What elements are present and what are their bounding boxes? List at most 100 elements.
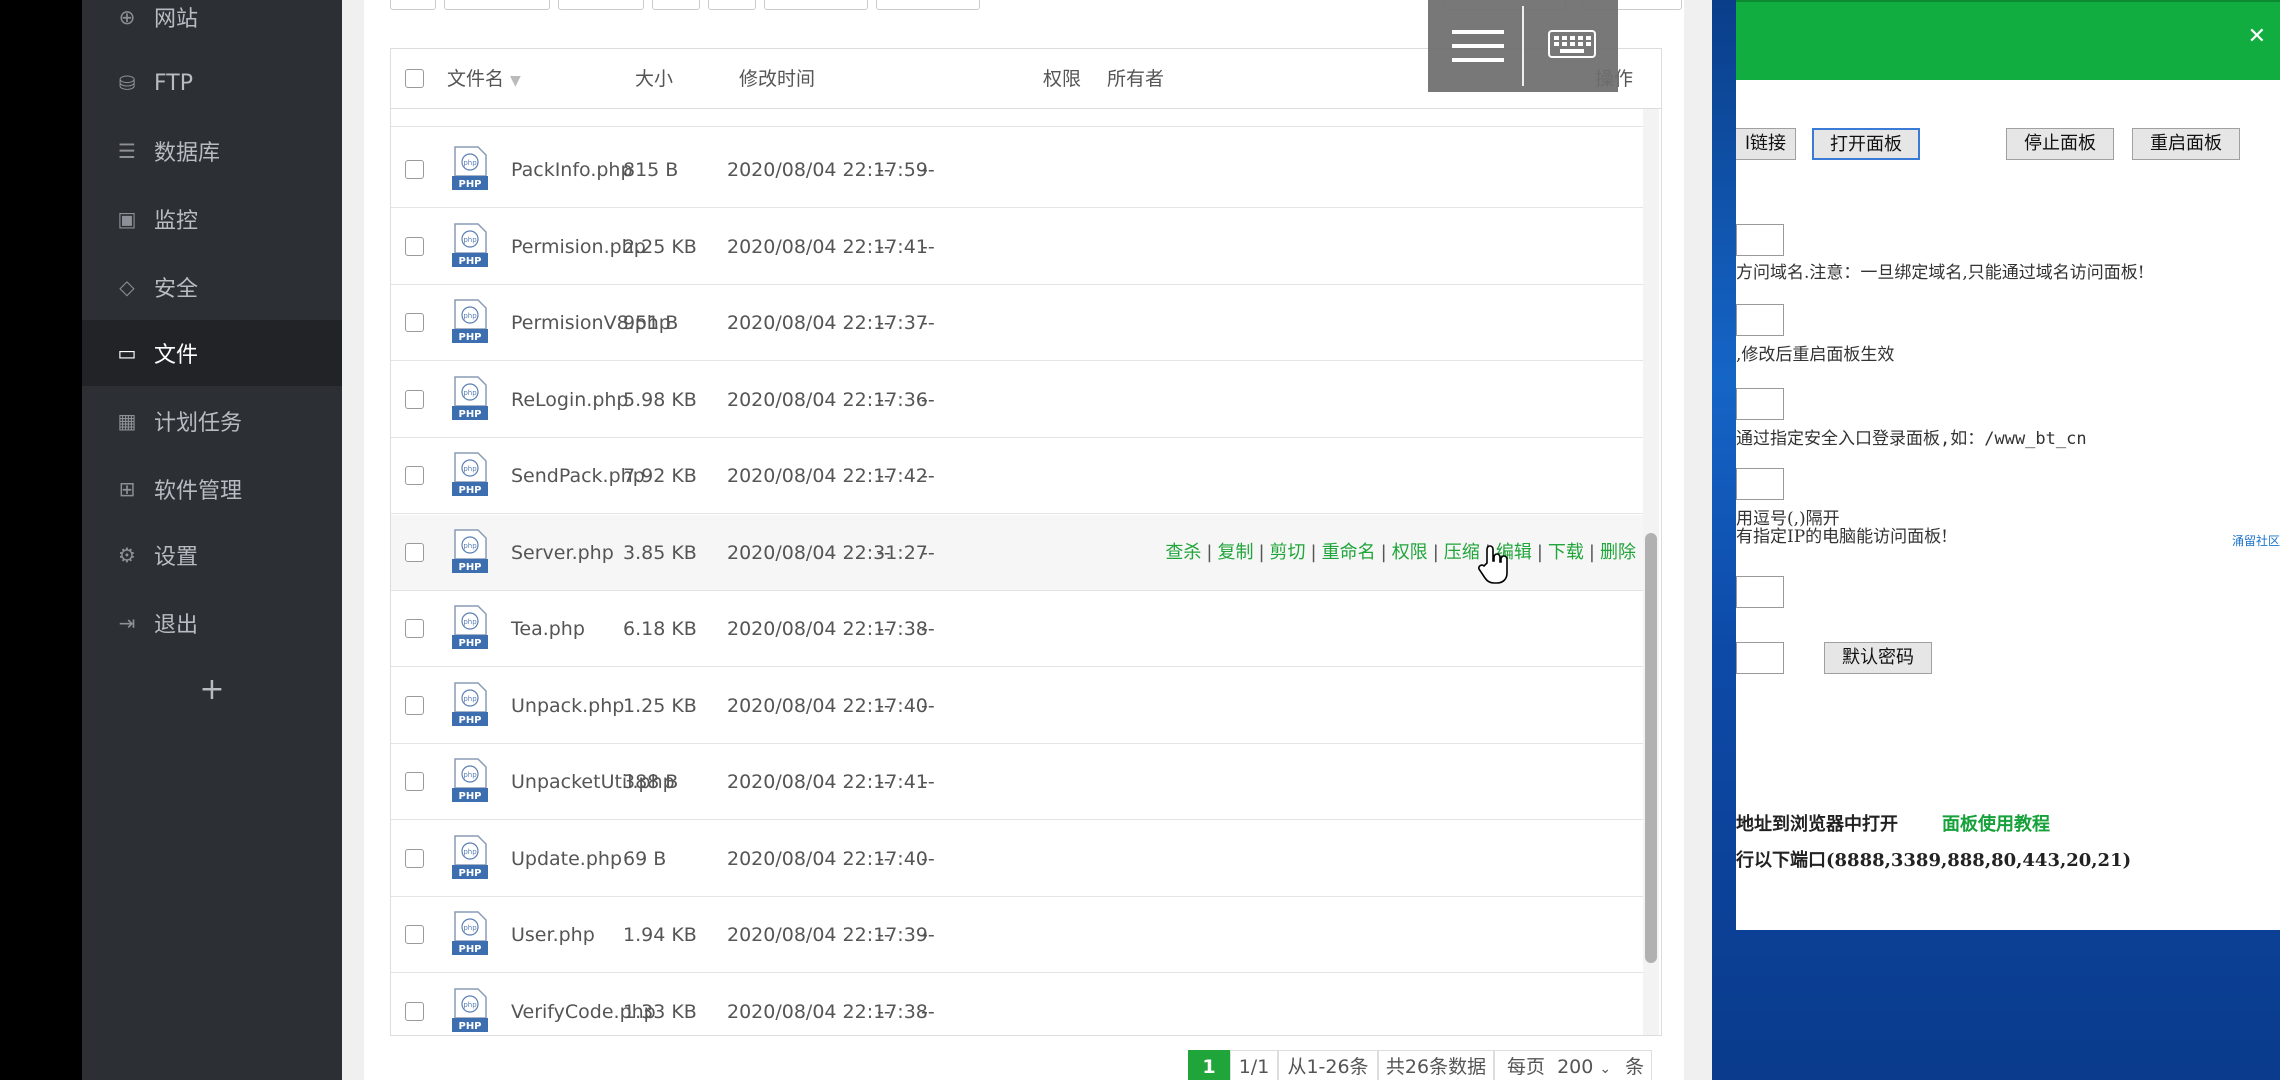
file-size: 2.25 KB	[623, 235, 697, 258]
domain-input[interactable]	[1736, 224, 1784, 256]
sidebar-item-2[interactable]: ☰ 数据库	[82, 118, 342, 184]
ip-input[interactable]	[1736, 468, 1784, 500]
file-permission: --	[877, 1000, 891, 1023]
file-permission: --	[877, 618, 891, 640]
table-row[interactable]: php PHP VerifyCode.php 1.33 KB 2020/08/04 22…	[391, 974, 1644, 1036]
action-separator: |	[1536, 541, 1543, 563]
row-checkbox[interactable]	[405, 313, 424, 332]
row-checkbox[interactable]	[405, 772, 424, 791]
table-row[interactable]: php PHP ReLogin.php 5.98 KB 2020/08/04 22:17…	[391, 362, 1644, 438]
action-8[interactable]: 删除	[1600, 542, 1636, 563]
close-icon[interactable]: ✕	[2248, 24, 2266, 49]
file-owner: --	[921, 771, 935, 793]
domain-note: 方问域名.注意：一旦绑定域名,只能通过域名访问面板!	[1736, 263, 2145, 283]
file-mtime: 2020/08/04 22:17:38	[727, 1000, 928, 1023]
sidebar-item-1[interactable]: ⛁ FTP	[82, 50, 342, 116]
scrollbar-thumb[interactable]	[1645, 533, 1657, 963]
action-0[interactable]: 查杀	[1165, 542, 1201, 563]
table-row[interactable]: php PHP User.php 1.94 KB 2020/08/04 22:17:39…	[391, 897, 1644, 973]
file-name[interactable]: PackInfo.php	[511, 132, 633, 208]
password-input[interactable]	[1736, 642, 1784, 674]
table-row[interactable]: php PHP Unpack.php 1.25 KB 2020/08/04 22:17:…	[391, 668, 1644, 744]
scrollbar[interactable]	[1643, 109, 1659, 1035]
toolbar-button[interactable]	[390, 0, 436, 10]
table-row[interactable]: php PHP UnpacketUtil.php 388 B 2020/08/04 22…	[391, 744, 1644, 820]
menu-icon[interactable]	[1452, 28, 1504, 64]
sidebar-item-label: 设置	[154, 545, 199, 570]
per-page-select[interactable]: 200 ⌄	[1557, 1051, 1619, 1080]
table-row[interactable]: php PHP Permision.php 2.25 KB 2020/08/04 22:…	[391, 209, 1644, 285]
table-row[interactable]: php PHP SendPack.php 7.92 KB 2020/08/04 22:1…	[391, 438, 1644, 514]
toolbar-button[interactable]	[876, 0, 980, 10]
table-row[interactable]: php PHP Server.php 3.85 KB 2020/08/04 22:31:…	[391, 514, 1644, 591]
row-checkbox[interactable]	[405, 542, 424, 562]
sidebar-item-5[interactable]: ▭ 文件	[82, 320, 342, 386]
action-1[interactable]: 复制	[1217, 542, 1253, 563]
sidebar-item-8[interactable]: ⚙ 设置	[82, 522, 342, 588]
row-checkbox[interactable]	[405, 1001, 424, 1021]
row-checkbox[interactable]	[405, 925, 424, 944]
row-checkbox[interactable]	[405, 695, 424, 715]
select-all-checkbox[interactable]	[405, 69, 424, 88]
stop-panel-button[interactable]: 停止面板	[2006, 128, 2114, 160]
action-2[interactable]: 剪切	[1270, 542, 1306, 563]
row-checkbox[interactable]	[405, 389, 424, 409]
default-password-button[interactable]: 默认密码	[1824, 642, 1932, 674]
tutorial-link[interactable]: 面板使用教程	[1942, 810, 2050, 836]
file-name[interactable]: Server.php	[511, 515, 614, 591]
file-name[interactable]: Unpack.php	[511, 668, 624, 744]
svg-text:php: php	[463, 924, 477, 932]
table-row[interactable]: php PHP PackInfo.php 815 B 2020/08/04 22:17:…	[391, 132, 1644, 208]
sidebar-item-0[interactable]: ⊕ 网站	[82, 0, 342, 50]
file-name[interactable]: Update.php	[511, 821, 622, 897]
table-row[interactable]: phpPHP	[391, 109, 1644, 127]
add-menu-button[interactable]: +	[82, 656, 342, 722]
toolbar-button[interactable]	[444, 0, 550, 10]
sidebar-item-7[interactable]: ⊞ 软件管理	[82, 456, 342, 522]
ip-note: 有指定IP的电脑能访问面板!	[1736, 527, 1948, 547]
globe-icon: ⊕	[118, 5, 136, 29]
keyboard-icon[interactable]	[1548, 30, 1596, 58]
toolbar-button[interactable]	[652, 0, 700, 10]
toolbar-button[interactable]	[558, 0, 644, 10]
sidebar-item-9[interactable]: ⇥ 退出	[82, 590, 342, 656]
file-name[interactable]: Tea.php	[511, 591, 585, 667]
file-name[interactable]: User.php	[511, 897, 595, 973]
window-titlebar: ✕	[1736, 0, 2280, 80]
row-checkbox[interactable]	[405, 160, 424, 179]
row-checkbox[interactable]	[405, 848, 424, 868]
file-name[interactable]: ReLogin.php	[511, 362, 629, 438]
community-link[interactable]: 涌留社区	[2232, 532, 2280, 549]
table-row[interactable]: php PHP Tea.php 6.18 KB 2020/08/04 22:17:38-…	[391, 591, 1644, 667]
action-4[interactable]: 权限	[1392, 542, 1428, 563]
action-5[interactable]: 压缩	[1444, 542, 1480, 563]
entry-input[interactable]	[1736, 388, 1784, 420]
header-mtime[interactable]: 修改时间	[739, 49, 815, 109]
header-owner: 所有者	[1107, 68, 1165, 90]
file-mtime: 2020/08/04 22:17:59	[727, 159, 928, 181]
user-input[interactable]	[1736, 576, 1784, 608]
sidebar-item-6[interactable]: ▦ 计划任务	[82, 388, 342, 454]
sidebar-item-4[interactable]: ◇ 安全	[82, 254, 342, 320]
row-checkbox[interactable]	[405, 619, 424, 638]
header-size[interactable]: 大小	[635, 49, 673, 109]
header-filename[interactable]: 文件名 ▼	[447, 49, 521, 109]
row-checkbox[interactable]	[405, 466, 424, 485]
open-panel-button[interactable]: 打开面板	[1812, 128, 1920, 160]
restart-panel-button[interactable]: 重启面板	[2132, 128, 2240, 160]
toolbar-button[interactable]	[764, 0, 868, 10]
svg-text:php: php	[463, 695, 477, 703]
port-input[interactable]	[1736, 304, 1784, 336]
file-owner: --	[921, 159, 935, 181]
sidebar-item-3[interactable]: ▣ 监控	[82, 186, 342, 252]
toolbar-button[interactable]	[708, 0, 756, 10]
action-3[interactable]: 重命名	[1322, 542, 1376, 563]
file-mtime: 2020/08/04 22:17:36	[727, 388, 928, 411]
action-7[interactable]: 下载	[1548, 542, 1584, 563]
row-checkbox[interactable]	[405, 236, 424, 256]
table-row[interactable]: php PHP Update.php 69 B 2020/08/04 22:17:40-…	[391, 821, 1644, 897]
link-button[interactable]: l链接	[1736, 128, 1796, 160]
table-row[interactable]: php PHP PermisionV8.php 951 B 2020/08/04 22:…	[391, 285, 1644, 361]
calendar-icon: ▦	[117, 409, 137, 433]
pagination-current-page[interactable]: 1	[1188, 1050, 1230, 1080]
